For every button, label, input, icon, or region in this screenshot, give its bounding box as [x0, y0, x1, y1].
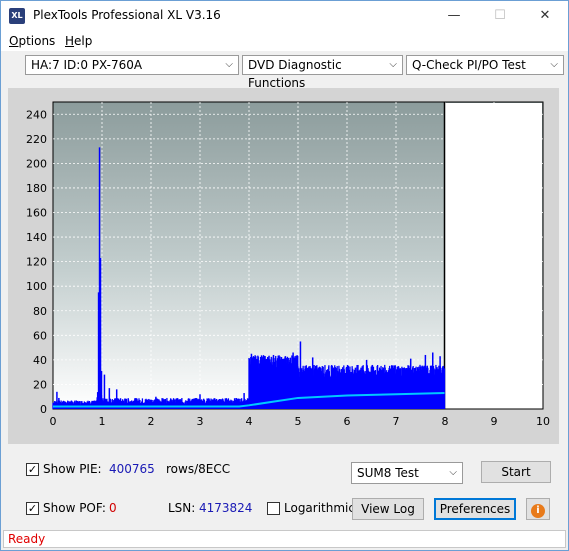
show-pof-label: Show POF:: [43, 501, 106, 515]
maximize-button[interactable]: ☐: [477, 1, 523, 31]
menu-help[interactable]: Help: [65, 34, 92, 48]
chevron-down-icon: ⌵: [449, 467, 457, 478]
x-tick-label: 1: [99, 415, 106, 428]
y-tick-label: 240: [26, 108, 47, 121]
start-button[interactable]: Start: [481, 461, 551, 483]
unused-region: [444, 103, 542, 408]
drive-select[interactable]: HA:7 ID:0 PX-760A ⌵: [25, 55, 239, 75]
toolbar: HA:7 ID:0 PX-760A ⌵ DVD Diagnostic Funct…: [1, 52, 568, 90]
preferences-button[interactable]: Preferences: [434, 498, 516, 520]
x-tick-label: 9: [491, 415, 498, 428]
x-tick-label: 10: [536, 415, 550, 428]
function-select[interactable]: DVD Diagnostic Functions ⌵: [242, 55, 403, 90]
x-tick-label: 2: [148, 415, 155, 428]
y-tick-label: 100: [26, 280, 47, 293]
app-logo-icon: XL: [9, 8, 25, 24]
sum-test-value: SUM8 Test: [357, 466, 419, 480]
y-tick-label: 20: [33, 378, 47, 391]
y-tick-label: 160: [26, 207, 47, 220]
x-tick-label: 5: [295, 415, 302, 428]
menu-bar: Options Help: [1, 31, 568, 51]
y-tick-label: 120: [26, 256, 47, 269]
y-tick-label: 200: [26, 157, 47, 170]
menu-options[interactable]: Options: [9, 34, 55, 48]
view-log-button[interactable]: View Log: [352, 498, 424, 520]
title-bar: XL PlexTools Professional XL V3.16 — ☐ ✕: [1, 1, 568, 31]
test-select-value: Q-Check PI/PO Test: [412, 58, 526, 72]
x-tick-label: 7: [393, 415, 400, 428]
x-tick-label: 0: [50, 415, 57, 428]
show-pie-checkbox[interactable]: ✓: [26, 463, 39, 476]
close-button[interactable]: ✕: [522, 1, 568, 31]
y-tick-label: 180: [26, 182, 47, 195]
pie-value: 400765: [109, 462, 155, 476]
y-tick-label: 220: [26, 133, 47, 146]
chevron-down-icon: ⌵: [225, 59, 233, 70]
chart-panel: 0 20 40 60 80 100 120 140 160 180 200 220 240 0 1 2 3 4 5 6…: [8, 88, 559, 444]
info-button[interactable]: i: [526, 498, 550, 520]
sum-test-select[interactable]: SUM8 Test ⌵: [351, 462, 463, 484]
chevron-down-icon: ⌵: [389, 59, 397, 70]
lsn-label: LSN:: [168, 501, 196, 515]
menu-help-accel: H: [65, 34, 75, 48]
y-tick-label: 60: [33, 329, 47, 342]
menu-help-rest: elp: [74, 34, 93, 48]
y-tick-label: 140: [26, 231, 47, 244]
pof-value: 0: [109, 501, 117, 515]
y-tick-label: 80: [33, 305, 47, 318]
y-tick-label: 0: [40, 403, 47, 416]
checkmark-icon: ✓: [27, 502, 38, 515]
show-pie-label: Show PIE:: [43, 462, 102, 476]
logarithmic-label: Logarithmic: [284, 501, 355, 515]
chevron-down-icon: ⌵: [550, 59, 558, 70]
pi-po-chart: 0 20 40 60 80 100 120 140 160 180 200 220 240 0 1 2 3 4 5 6…: [26, 101, 550, 428]
window-title: PlexTools Professional XL V3.16: [33, 8, 221, 22]
minimize-button[interactable]: —: [431, 1, 477, 31]
drive-select-value: HA:7 ID:0 PX-760A: [31, 58, 143, 72]
x-tick-label: 8: [442, 415, 449, 428]
status-text: Ready: [8, 532, 46, 546]
logarithmic-checkbox[interactable]: [267, 502, 280, 515]
function-select-value: DVD Diagnostic Functions: [248, 58, 342, 90]
test-select[interactable]: Q-Check PI/PO Test ⌵: [406, 55, 564, 75]
x-tick-label: 3: [197, 415, 204, 428]
x-tick-label: 4: [246, 415, 253, 428]
info-icon: i: [531, 504, 545, 518]
menu-options-rest: ptions: [18, 34, 56, 48]
show-pof-checkbox[interactable]: ✓: [26, 502, 39, 515]
status-bar: Ready: [3, 530, 566, 548]
x-tick-label: 6: [344, 415, 351, 428]
lsn-value: 4173824: [199, 501, 253, 515]
app-window: XL PlexTools Professional XL V3.16 — ☐ ✕…: [0, 0, 569, 551]
checkmark-icon: ✓: [27, 463, 38, 476]
pie-unit: rows/8ECC: [166, 462, 231, 476]
y-tick-label: 40: [33, 354, 47, 367]
